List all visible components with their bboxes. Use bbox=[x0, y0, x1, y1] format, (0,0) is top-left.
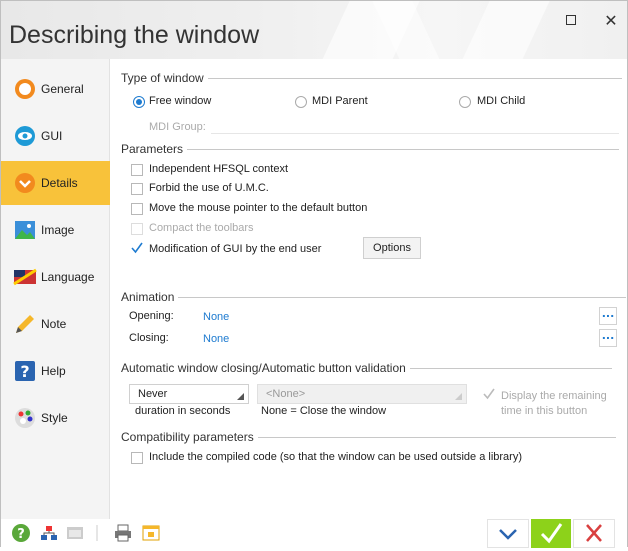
maximize-icon bbox=[566, 15, 576, 25]
sidebar-item-note[interactable]: Note bbox=[1, 302, 110, 346]
checkbox-modification-gui-checked-icon[interactable] bbox=[130, 241, 144, 255]
more-actions-dropdown[interactable] bbox=[487, 519, 529, 548]
closing-more-button[interactable]: ... bbox=[599, 329, 617, 347]
radio-mdi-child[interactable] bbox=[459, 96, 471, 108]
close-icon: ✕ bbox=[604, 11, 618, 30]
combo-arrow-icon bbox=[237, 393, 244, 400]
sidebar-item-general[interactable]: General bbox=[1, 67, 110, 111]
sidebar: General GUI Details Image Language Note … bbox=[1, 59, 110, 519]
checkbox-forbid-umc[interactable] bbox=[131, 183, 143, 195]
svg-text:?: ? bbox=[17, 527, 25, 542]
display-remaining-label-2: time in this button bbox=[501, 405, 588, 417]
duration-combo[interactable]: Never bbox=[129, 384, 249, 404]
checkbox-modification-gui-label: Modification of GUI by the end user bbox=[149, 243, 322, 255]
sidebar-item-style[interactable]: Style bbox=[1, 396, 110, 440]
title-bar: Describing the window ✕ bbox=[1, 1, 627, 59]
tree-icon[interactable] bbox=[39, 523, 59, 543]
mdi-group-label: MDI Group: bbox=[149, 121, 206, 133]
note-pencil-icon bbox=[16, 315, 34, 333]
cancel-x-icon bbox=[586, 524, 602, 542]
button-caption: None = Close the window bbox=[261, 405, 387, 417]
parameters-heading: Parameters bbox=[121, 142, 620, 156]
cancel-button[interactable] bbox=[573, 519, 615, 548]
chevron-down-icon bbox=[499, 529, 517, 540]
mdi-group-field bbox=[211, 133, 619, 134]
checkbox-move-mouse-pointer-label: Move the mouse pointer to the default bu… bbox=[149, 202, 368, 214]
checkbox-compact-toolbars-label: Compact the toolbars bbox=[149, 222, 254, 234]
ok-check-icon bbox=[540, 523, 563, 544]
toolbar-separator bbox=[96, 525, 98, 541]
opening-more-button[interactable]: ... bbox=[599, 307, 617, 325]
svg-text:?: ? bbox=[20, 362, 29, 381]
checkbox-move-mouse-pointer[interactable] bbox=[131, 203, 143, 215]
checkbox-independent-hfsql[interactable] bbox=[131, 164, 143, 176]
sidebar-item-label: Details bbox=[41, 176, 78, 190]
radio-free-window[interactable] bbox=[133, 96, 145, 108]
radio-free-window-label: Free window bbox=[149, 95, 212, 107]
sidebar-item-image[interactable]: Image bbox=[1, 208, 110, 252]
describing-window-dialog: Describing the window ✕ General GUI Deta… bbox=[0, 0, 628, 548]
checkbox-include-compiled-code-label: Include the compiled code (so that the w… bbox=[149, 451, 522, 463]
closing-label: Closing: bbox=[129, 332, 169, 344]
radio-mdi-child-label: MDI Child bbox=[477, 95, 526, 107]
sidebar-item-label: Image bbox=[41, 223, 75, 237]
radio-mdi-parent-label: MDI Parent bbox=[312, 95, 368, 107]
checkbox-compact-toolbars[interactable] bbox=[131, 223, 143, 235]
sidebar-item-label: GUI bbox=[41, 129, 63, 143]
combo-arrow-icon bbox=[455, 393, 462, 400]
display-remaining-checked-icon[interactable] bbox=[482, 387, 496, 401]
sidebar-item-label: General bbox=[41, 82, 84, 96]
window-title: Describing the window bbox=[9, 21, 260, 49]
sidebar-item-details[interactable]: Details bbox=[1, 161, 110, 205]
sidebar-item-help[interactable]: ? Help bbox=[1, 349, 110, 393]
image-icon bbox=[15, 221, 35, 239]
radio-mdi-parent[interactable] bbox=[295, 96, 307, 108]
sidebar-item-gui[interactable]: GUI bbox=[1, 114, 110, 158]
opening-value[interactable]: None bbox=[203, 311, 229, 323]
closing-value[interactable]: None bbox=[203, 333, 229, 345]
close-button[interactable]: ✕ bbox=[599, 11, 623, 31]
opening-label: Opening: bbox=[129, 310, 174, 322]
language-icon bbox=[13, 268, 37, 286]
sidebar-item-language[interactable]: Language bbox=[1, 255, 110, 299]
type-of-window-heading: Type of window bbox=[121, 71, 622, 85]
style-palette-icon bbox=[15, 408, 35, 428]
display-remaining-label-1: Display the remaining bbox=[501, 390, 607, 402]
options-button[interactable]: Options bbox=[363, 237, 421, 259]
duration-caption: duration in seconds bbox=[135, 405, 231, 417]
details-icon bbox=[15, 173, 35, 193]
validation-button-combo[interactable]: <None> bbox=[257, 384, 467, 404]
gui-eye-icon bbox=[15, 126, 35, 146]
sidebar-item-label: Help bbox=[41, 364, 66, 378]
checkbox-independent-hfsql-label: Independent HFSQL context bbox=[149, 163, 289, 175]
ok-button[interactable] bbox=[531, 519, 571, 548]
print-icon[interactable] bbox=[113, 523, 133, 543]
auto-close-heading: Automatic window closing/Automatic butto… bbox=[121, 361, 612, 375]
checkbox-forbid-umc-label: Forbid the use of U.M.C. bbox=[149, 182, 269, 194]
help-icon[interactable]: ? bbox=[11, 523, 31, 543]
help-icon: ? bbox=[15, 361, 35, 381]
general-icon bbox=[15, 79, 35, 99]
sidebar-item-label: Note bbox=[41, 317, 67, 331]
window-icon[interactable] bbox=[65, 523, 85, 543]
sidebar-item-label: Language bbox=[41, 270, 95, 284]
checkbox-include-compiled-code[interactable] bbox=[131, 452, 143, 464]
sidebar-item-label: Style bbox=[41, 411, 68, 425]
animation-heading: Animation bbox=[121, 290, 627, 304]
compatibility-heading: Compatibility parameters bbox=[121, 430, 616, 444]
maximize-button[interactable] bbox=[559, 11, 583, 31]
new-window-icon[interactable] bbox=[141, 523, 161, 543]
title-decoration bbox=[443, 1, 559, 59]
